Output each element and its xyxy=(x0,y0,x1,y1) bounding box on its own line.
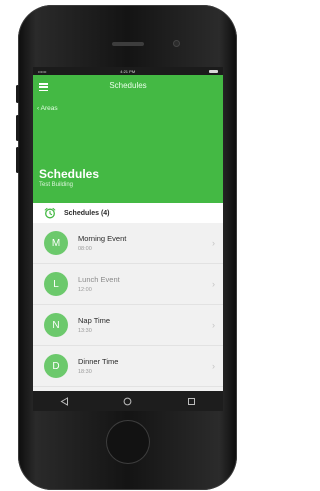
avatar: D xyxy=(44,354,68,378)
avatar: L xyxy=(44,272,68,296)
schedules-section-header: Schedules (4) xyxy=(33,203,223,223)
schedule-title: Lunch Event xyxy=(78,275,120,284)
front-camera xyxy=(173,40,180,47)
chevron-right-icon: › xyxy=(212,361,215,371)
recents-square-icon[interactable] xyxy=(185,396,197,406)
schedule-title: Dinner Time xyxy=(78,357,119,366)
chevron-right-icon: › xyxy=(212,238,215,248)
chevron-right-icon: › xyxy=(212,279,215,289)
home-circle-icon[interactable] xyxy=(122,396,134,406)
phone-frame: •••••• 4:21 PM Schedules ‹ Areas Schedul… xyxy=(16,5,237,490)
schedule-time: 18:30 xyxy=(78,369,92,375)
carrier-signal: •••••• xyxy=(38,68,47,74)
battery-icon xyxy=(209,69,218,73)
avatar: M xyxy=(44,231,68,255)
volume-up-button xyxy=(16,115,19,141)
page-title: Schedules xyxy=(39,167,100,181)
schedule-time: 08:00 xyxy=(78,246,92,252)
toolbar-title: Schedules xyxy=(109,81,147,90)
volume-down-button xyxy=(16,147,19,173)
alarm-clock-icon xyxy=(44,207,56,219)
list-item[interactable]: N Nap Time 13:30 › xyxy=(33,305,223,346)
list-item[interactable]: M Morning Event 08:00 › xyxy=(33,223,223,264)
back-to-areas-link[interactable]: ‹ Areas xyxy=(37,105,58,112)
schedule-time: 13:30 xyxy=(78,328,92,334)
app-screen: •••••• 4:21 PM Schedules ‹ Areas Schedul… xyxy=(33,67,223,411)
status-bar: •••••• 4:21 PM xyxy=(33,67,223,75)
status-time: 4:21 PM xyxy=(120,68,136,74)
chevron-right-icon: › xyxy=(212,320,215,330)
schedule-title: Nap Time xyxy=(78,316,111,325)
back-triangle-icon[interactable] xyxy=(59,396,71,406)
section-label: Schedules (4) xyxy=(64,209,110,217)
schedule-time: 12:00 xyxy=(78,287,92,293)
schedule-list: M Morning Event 08:00 › L Lunch Event 12… xyxy=(33,223,223,391)
hardware-home-button[interactable] xyxy=(106,420,150,464)
earpiece-speaker xyxy=(112,42,144,46)
list-item[interactable]: D Dinner Time 18:30 › xyxy=(33,346,223,387)
schedule-title: Morning Event xyxy=(78,234,127,243)
avatar: N xyxy=(44,313,68,337)
mute-switch xyxy=(16,85,19,103)
list-item[interactable]: L Lunch Event 12:00 › xyxy=(33,264,223,305)
android-nav-bar xyxy=(33,391,223,411)
page-subtitle: Test Building xyxy=(39,182,74,188)
app-header: Schedules ‹ Areas Schedules Test Buildin… xyxy=(33,75,223,203)
